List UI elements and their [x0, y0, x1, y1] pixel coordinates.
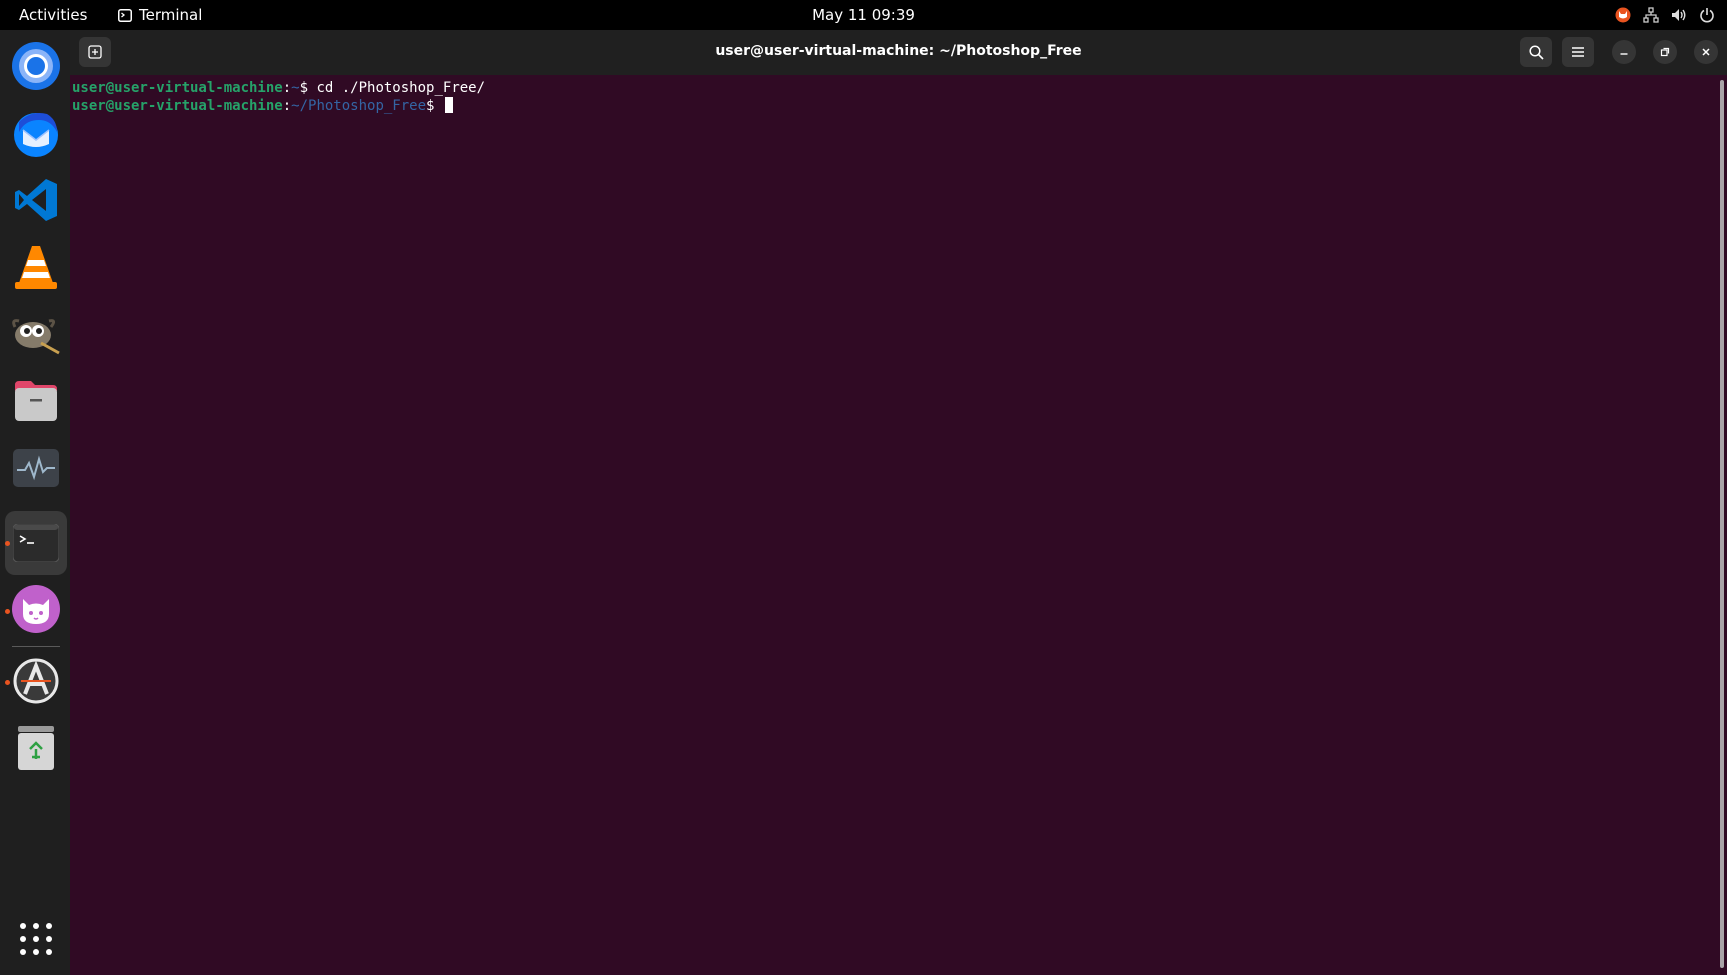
dock-item-cat-app[interactable] [5, 577, 67, 641]
trash-icon [18, 726, 54, 770]
prompt-user: user@user-virtual-machine [72, 80, 283, 96]
text-cursor [444, 97, 453, 113]
dock-item-software-updater[interactable] [5, 649, 67, 713]
maximize-icon [1660, 47, 1670, 57]
tray-app-icon[interactable] [1609, 0, 1637, 30]
close-icon [1702, 48, 1710, 56]
activities-button[interactable]: Activities [19, 6, 87, 24]
dock-item-trash[interactable] [5, 716, 67, 780]
dock-item-files[interactable] [5, 369, 67, 433]
terminal-window: user@user-virtual-machine: ~/Photoshop_F… [70, 30, 1727, 975]
power-icon[interactable] [1693, 0, 1721, 30]
top-bar: Activities Terminal May 11 09:39 [0, 0, 1727, 30]
prompt-symbol: $ [426, 98, 443, 114]
terminal-line: user@user-virtual-machine:~/Photoshop_Fr… [72, 97, 1727, 115]
prompt-path: ~/Photoshop_Free [291, 98, 427, 114]
menu-icon [1572, 47, 1584, 57]
title-bar[interactable]: user@user-virtual-machine: ~/Photoshop_F… [70, 30, 1727, 75]
terminal-icon [13, 524, 59, 562]
vlc-icon [15, 246, 57, 289]
close-button[interactable] [1694, 40, 1718, 64]
gimp-icon [12, 319, 60, 355]
new-tab-button[interactable] [79, 37, 111, 67]
scrollbar[interactable] [1720, 80, 1724, 968]
search-button[interactable] [1520, 37, 1552, 67]
network-icon[interactable] [1637, 0, 1665, 30]
dock-separator [12, 646, 60, 647]
running-indicator [5, 609, 10, 614]
dock-item-system-monitor[interactable] [5, 436, 67, 500]
menu-button[interactable] [1562, 37, 1594, 67]
dock-item-terminal[interactable] [5, 511, 67, 575]
new-tab-icon [88, 45, 102, 59]
maximize-button[interactable] [1653, 40, 1677, 64]
system-monitor-icon [13, 449, 59, 487]
software-updater-icon [13, 658, 59, 704]
thunderbird-icon [14, 113, 58, 157]
volume-icon[interactable] [1665, 0, 1693, 30]
app-menu[interactable]: Terminal [118, 6, 202, 24]
terminal-small-icon [118, 8, 132, 22]
system-tray[interactable] [1609, 0, 1727, 30]
terminal-line: user@user-virtual-machine:~$ cd ./Photos… [72, 79, 1727, 97]
prompt-separator: : [282, 80, 292, 96]
command-text: cd ./Photoshop_Free/ [316, 80, 486, 96]
minimize-icon [1620, 53, 1628, 55]
terminal-content[interactable]: user@user-virtual-machine:~$ cd ./Photos… [70, 75, 1727, 975]
clock[interactable]: May 11 09:39 [812, 6, 915, 24]
app-menu-label: Terminal [139, 6, 203, 24]
prompt-path: ~ [291, 80, 300, 96]
prompt-separator: : [282, 98, 292, 114]
show-apps-icon[interactable] [20, 923, 52, 955]
dock-item-chrome[interactable] [5, 34, 67, 98]
prompt-symbol: $ [299, 80, 317, 96]
cat-app-icon [12, 585, 60, 633]
prompt-user: user@user-virtual-machine [72, 98, 283, 114]
vscode-icon [15, 179, 57, 221]
files-icon [15, 381, 57, 421]
chrome-icon [12, 42, 60, 90]
running-indicator [5, 680, 10, 685]
minimize-button[interactable] [1612, 40, 1636, 64]
dock-item-vscode[interactable] [5, 168, 67, 232]
dock-item-vlc[interactable] [5, 235, 67, 299]
dock [0, 30, 70, 975]
dock-item-gimp[interactable] [5, 302, 67, 366]
running-indicator [5, 541, 10, 546]
search-icon [1528, 44, 1544, 60]
dock-item-thunderbird[interactable] [5, 101, 67, 165]
window-title: user@user-virtual-machine: ~/Photoshop_F… [715, 43, 1082, 59]
